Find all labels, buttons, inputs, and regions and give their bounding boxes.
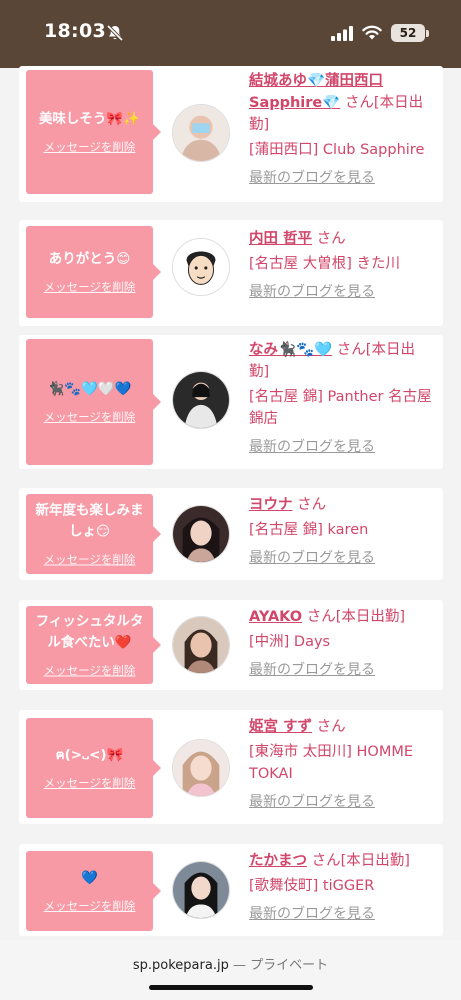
- latest-blog-link[interactable]: 最新のブログを見る: [249, 659, 435, 681]
- message-text: フィッシュタルタル食べたい❤️: [35, 613, 144, 651]
- message-card: 🐈‍⬛🐾🩵🤍💙 メッセージを削除 なみ🐈‍⬛🐾🩵 さん[本日出勤] [名古屋 錦…: [19, 335, 443, 469]
- cast-name-link[interactable]: 内田 哲平: [249, 231, 312, 247]
- cast-status: さん: [297, 497, 327, 513]
- message-bubble: 美味しそう🎀✨ メッセージを削除: [26, 70, 161, 194]
- cast-info: なみ🐈‍⬛🐾🩵 さん[本日出勤] [名古屋 錦] Panther 名古屋錦店 最…: [249, 339, 435, 458]
- cast-info: ヨウナ さん [名古屋 錦] karen 最新のブログを見る: [249, 494, 435, 569]
- wifi-icon: [362, 25, 382, 40]
- message-bubble: 新年度も楽しみましょ😏 メッセージを削除: [26, 494, 161, 574]
- cast-info: 内田 哲平 さん [名古屋 大曽根] きた川 最新のブログを見る: [249, 228, 435, 303]
- avatar[interactable]: [172, 371, 230, 429]
- message-bubble: 💙 メッセージを削除: [26, 851, 161, 931]
- latest-blog-link[interactable]: 最新のブログを見る: [249, 167, 435, 189]
- cast-info: たかまつ さん[本日出勤] [歌舞伎町] tiGGER 最新のブログを見る: [249, 850, 435, 925]
- delete-message-link[interactable]: メッセージを削除: [44, 409, 136, 425]
- message-text: ありがとう😊: [48, 251, 131, 267]
- cast-name-link[interactable]: 姫宮 すず: [249, 719, 312, 735]
- cast-name-link[interactable]: ヨウナ: [249, 497, 293, 513]
- cast-name-link[interactable]: なみ🐈‍⬛🐾🩵: [249, 342, 332, 358]
- message-card: フィッシュタルタル食べたい❤️ メッセージを削除 AYAKO さん[本日出勤] …: [19, 600, 443, 690]
- avatar[interactable]: [172, 104, 230, 162]
- cast-shop: [名古屋 錦] karen: [249, 522, 369, 538]
- latest-blog-link[interactable]: 最新のブログを見る: [249, 547, 435, 569]
- avatar[interactable]: [172, 505, 230, 563]
- battery-level: 52: [391, 24, 425, 42]
- cast-info: 結城あゆ💎蒲田西口Sapphire💎 さん[本日出勤] [蒲田西口] Club …: [249, 70, 435, 189]
- status-bar: 18:03 52: [0, 0, 461, 68]
- latest-blog-link[interactable]: 最新のブログを見る: [249, 281, 435, 303]
- avatar[interactable]: [172, 238, 230, 296]
- message-text: 🐈‍⬛🐾🩵🤍💙: [47, 381, 132, 397]
- latest-blog-link[interactable]: 最新のブログを見る: [249, 791, 435, 813]
- delete-message-link[interactable]: メッセージを削除: [44, 775, 136, 791]
- home-indicator[interactable]: [149, 985, 313, 990]
- avatar[interactable]: [172, 616, 230, 674]
- url-separator: —: [232, 958, 246, 973]
- url-domain: sp.pokepara.jp: [132, 958, 229, 973]
- cast-shop: [東海市 太田川] HOMME TOKAI: [249, 744, 414, 782]
- cast-shop: [名古屋 大曽根] きた川: [249, 256, 401, 272]
- message-bubble: ありがとう😊 メッセージを削除: [26, 226, 161, 318]
- address-text[interactable]: sp.pokepara.jp — プライベート: [0, 954, 461, 973]
- cast-info: AYAKO さん[本日出勤] [中洲] Days 最新のブログを見る: [249, 606, 435, 681]
- cast-name-link[interactable]: AYAKO: [249, 609, 302, 625]
- message-bubble: フィッシュタルタル食べたい❤️ メッセージを削除: [26, 606, 161, 684]
- status-time: 18:03: [44, 20, 106, 42]
- cast-shop: [蒲田西口] Club Sapphire: [249, 142, 425, 158]
- cast-shop: [名古屋 錦] Panther 名古屋錦店: [249, 389, 432, 427]
- message-text: 美味しそう🎀✨: [38, 111, 141, 127]
- delete-message-link[interactable]: メッセージを削除: [44, 663, 136, 679]
- cast-info: 姫宮 すず さん [東海市 太田川] HOMME TOKAI 最新のブログを見る: [249, 716, 435, 813]
- cast-status: さん: [316, 719, 346, 735]
- battery-tip: [426, 30, 429, 37]
- cast-shop: [歌舞伎町] tiGGER: [249, 878, 375, 894]
- message-bubble: 🐈‍⬛🐾🩵🤍💙 メッセージを削除: [26, 339, 161, 465]
- message-text: 新年度も楽しみましょ😏: [35, 502, 144, 540]
- message-card: 新年度も楽しみましょ😏 メッセージを削除 ヨウナ さん [名古屋 錦] kare…: [19, 488, 443, 580]
- avatar[interactable]: [172, 739, 230, 797]
- latest-blog-link[interactable]: 最新のブログを見る: [249, 903, 435, 925]
- delete-message-link[interactable]: メッセージを削除: [44, 898, 136, 914]
- delete-message-link[interactable]: メッセージを削除: [44, 552, 136, 568]
- message-text: ฅ(>᎑<)🎀: [55, 747, 124, 763]
- avatar[interactable]: [172, 861, 230, 919]
- message-text: 💙: [81, 870, 98, 886]
- message-card: ありがとう😊 メッセージを削除 内田 哲平 さん [名古屋 大曽根] きた川 最…: [19, 220, 443, 326]
- delete-message-link[interactable]: メッセージを削除: [44, 139, 136, 155]
- cellular-signal-icon: [331, 26, 353, 41]
- message-card: 美味しそう🎀✨ メッセージを削除 結城あゆ💎蒲田西口Sapphire💎 さん[本…: [19, 66, 443, 202]
- cast-shop: [中洲] Days: [249, 634, 331, 650]
- message-card: 💙 メッセージを削除 たかまつ さん[本日出勤] [歌舞伎町] tiGGER 最…: [19, 844, 443, 936]
- latest-blog-link[interactable]: 最新のブログを見る: [249, 436, 435, 458]
- message-card: ฅ(>᎑<)🎀 メッセージを削除 姫宮 すず さん [東海市 太田川] HOMM…: [19, 710, 443, 824]
- private-mode-label: プライベート: [250, 958, 329, 973]
- bell-muted-icon: [106, 24, 124, 42]
- cast-status: さん[本日出勤]: [306, 609, 406, 625]
- browser-address-bar[interactable]: sp.pokepara.jp — プライベート: [0, 940, 461, 1000]
- cast-status: さん: [316, 231, 346, 247]
- delete-message-link[interactable]: メッセージを削除: [44, 279, 136, 295]
- message-bubble: ฅ(>᎑<)🎀 メッセージを削除: [26, 718, 161, 818]
- cast-name-link[interactable]: たかまつ: [249, 853, 307, 869]
- cast-status: さん[本日出勤]: [311, 853, 410, 869]
